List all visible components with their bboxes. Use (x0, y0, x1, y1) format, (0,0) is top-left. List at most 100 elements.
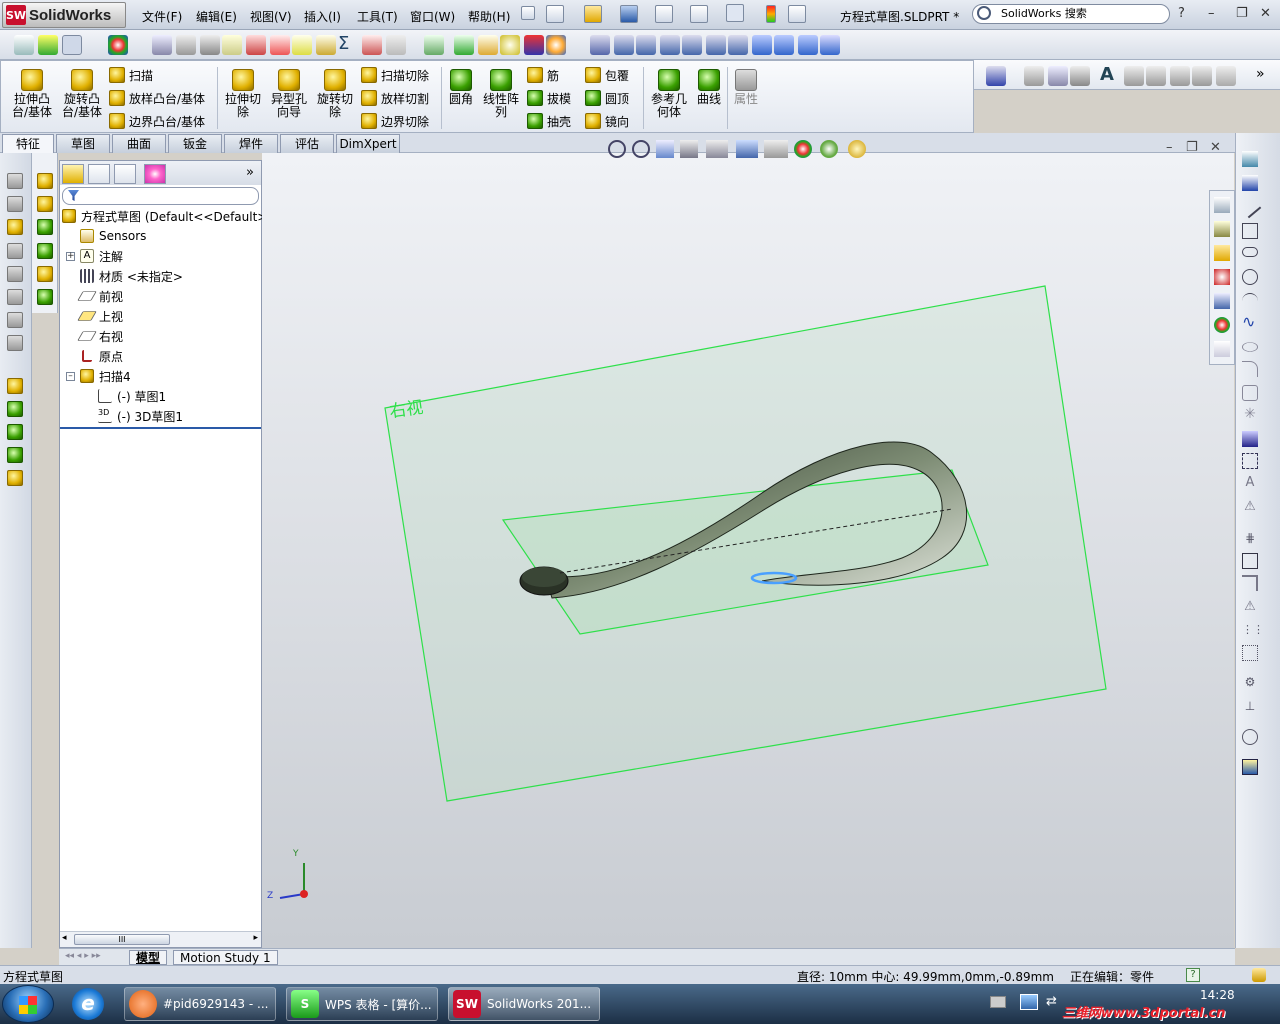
check-icon[interactable] (246, 35, 266, 55)
smart-dimension-icon[interactable] (38, 35, 58, 55)
move-icon[interactable] (386, 35, 406, 55)
extrude-cut-button[interactable]: 拉伸切 除 (221, 69, 265, 119)
convert-entities-icon[interactable] (1242, 553, 1258, 569)
plane-feature-icon[interactable] (7, 378, 23, 394)
relations-icon[interactable]: ⚙ (1242, 675, 1258, 691)
viewport-minimize-icon[interactable]: – (1166, 140, 1173, 155)
section-properties-icon[interactable] (222, 35, 242, 55)
weld-symbol-icon[interactable] (1192, 66, 1212, 86)
dimension-xpert-icon[interactable] (362, 35, 382, 55)
quick-snaps-icon[interactable]: ⊥ (1242, 699, 1258, 715)
hide-show-items-icon[interactable] (764, 140, 788, 158)
auto-balloon-icon[interactable] (1146, 66, 1166, 86)
fillet-button[interactable]: 圆角 (445, 69, 477, 106)
hole-wizard-button[interactable]: 异型孔 向导 (267, 69, 311, 119)
scroll-right-icon[interactable]: ▸ (253, 933, 258, 943)
display-style-icon[interactable] (736, 140, 758, 158)
edit-appearance-icon[interactable] (794, 140, 812, 158)
appearances-icon[interactable] (1214, 317, 1230, 333)
tree-item-right-plane[interactable]: 右视 (77, 327, 123, 345)
solidworks-logo[interactable]: SW SolidWorks (2, 2, 126, 28)
note-icon[interactable]: A (1100, 64, 1120, 85)
sweep-icon[interactable] (37, 173, 53, 189)
tab-nav-arrows-icon[interactable]: ◂◂ ◂ ▸ ▸▸ (65, 951, 101, 961)
quick-tips-icon[interactable]: ? (1186, 968, 1200, 982)
tree-item-sketch1[interactable]: (-) 草图1 (98, 387, 166, 405)
rib-button[interactable]: 筋 (527, 65, 559, 85)
menu-edit[interactable]: 编辑(E) (196, 8, 237, 25)
new-document-icon[interactable] (546, 5, 564, 23)
ellipse-icon[interactable] (1242, 342, 1258, 352)
grey-feature-icon[interactable] (7, 266, 23, 282)
expand-chevron-icon[interactable]: » (246, 165, 254, 180)
coordinate-system-icon[interactable] (7, 424, 23, 440)
select-arrow-icon[interactable] (726, 4, 744, 22)
sketch-icon[interactable] (14, 35, 34, 55)
sketch-relation-icon[interactable] (1024, 66, 1044, 86)
tab-sheet-metal[interactable]: 钣金 (168, 134, 222, 153)
tree-item-material[interactable]: 材质 <未指定> (80, 267, 183, 285)
point-icon[interactable]: ✳ (1242, 407, 1258, 423)
tree-item-front-plane[interactable]: 前视 (77, 287, 123, 305)
rectangle-icon[interactable] (1242, 223, 1258, 239)
composite-curve-icon[interactable] (37, 266, 53, 282)
tree-item-sweep4[interactable]: 扫描4 (80, 367, 131, 385)
apply-scene-icon[interactable] (820, 140, 838, 158)
internet-explorer-icon[interactable]: e (72, 988, 104, 1020)
view-left-icon[interactable] (660, 35, 680, 55)
arc-icon[interactable] (1242, 293, 1258, 309)
design-library-icon[interactable] (1214, 221, 1230, 237)
spell-check-icon[interactable] (152, 35, 172, 55)
sweep-button[interactable]: 扫描 (109, 65, 153, 85)
rebuild-traffic-light-icon[interactable] (766, 5, 776, 23)
menu-view[interactable]: 视图(V) (250, 8, 292, 25)
open-folder-icon[interactable] (584, 5, 602, 23)
deviation-analysis-icon[interactable] (270, 35, 290, 55)
scrollbar-thumb[interactable]: III (74, 934, 170, 945)
pin-icon[interactable] (521, 6, 535, 20)
tab-motion-study[interactable]: Motion Study 1 (173, 950, 278, 965)
graphics-area[interactable]: 右视 Y Z – ❐ ✕ (262, 140, 1234, 948)
file-explorer-icon[interactable] (1214, 245, 1230, 261)
print-icon[interactable] (655, 5, 673, 23)
sweep-cut-button[interactable]: 扫描切除 (361, 65, 429, 85)
smart-dimension-icon[interactable] (1242, 175, 1258, 191)
shell-button[interactable]: 抽壳 (527, 111, 571, 131)
viewport-restore-icon[interactable]: ❐ (1186, 140, 1198, 155)
options-icon[interactable] (788, 5, 806, 23)
tree-root[interactable]: 方程式草图 (Default<<Default> (62, 207, 267, 225)
text-icon[interactable]: A (1242, 475, 1258, 491)
mate-reference-icon[interactable] (7, 470, 23, 486)
select-icon[interactable] (62, 35, 82, 55)
revolve-boss-button[interactable]: 旋转凸 台/基体 (59, 69, 105, 119)
trim-icon[interactable]: ⋕ (1242, 531, 1258, 547)
plane-icon[interactable] (1242, 453, 1258, 469)
spline-icon[interactable]: ∿ (1242, 314, 1258, 331)
tangent-icon[interactable] (454, 35, 474, 55)
view-top-icon[interactable] (706, 35, 726, 55)
loft-icon[interactable] (37, 196, 53, 212)
menu-tools[interactable]: 工具(T) (357, 8, 398, 25)
spell-icon[interactable] (1048, 66, 1068, 86)
close-icon[interactable]: ✕ (1260, 6, 1271, 21)
view-right-icon[interactable] (682, 35, 702, 55)
taskbar-app-solidworks[interactable]: SW SolidWorks 201... (448, 987, 600, 1021)
no-entry-icon[interactable] (500, 35, 520, 55)
slot-icon[interactable] (1242, 247, 1258, 257)
split-line-icon[interactable] (37, 219, 53, 235)
measure-icon[interactable] (176, 35, 196, 55)
tab-dimxpert[interactable]: DimXpert (336, 134, 400, 153)
render-icon[interactable] (546, 35, 566, 55)
mirror-icon[interactable]: ⚠ (1242, 599, 1258, 615)
surface-finish-icon[interactable] (1170, 66, 1190, 86)
home-icon[interactable] (1214, 197, 1230, 213)
restore-icon[interactable]: ❐ (1236, 6, 1248, 21)
undo-icon[interactable] (690, 5, 708, 23)
help-menu-icon[interactable]: ? (1178, 6, 1185, 21)
tree-item-annotations[interactable]: A 注解 (80, 247, 123, 265)
property-manager-tab-icon[interactable] (88, 164, 110, 184)
curve-through-points-icon[interactable] (37, 289, 53, 305)
grey-feature-icon[interactable] (7, 196, 23, 212)
system-clock[interactable]: 14:28 (1200, 988, 1235, 1002)
grey-feature-icon[interactable] (7, 243, 23, 259)
